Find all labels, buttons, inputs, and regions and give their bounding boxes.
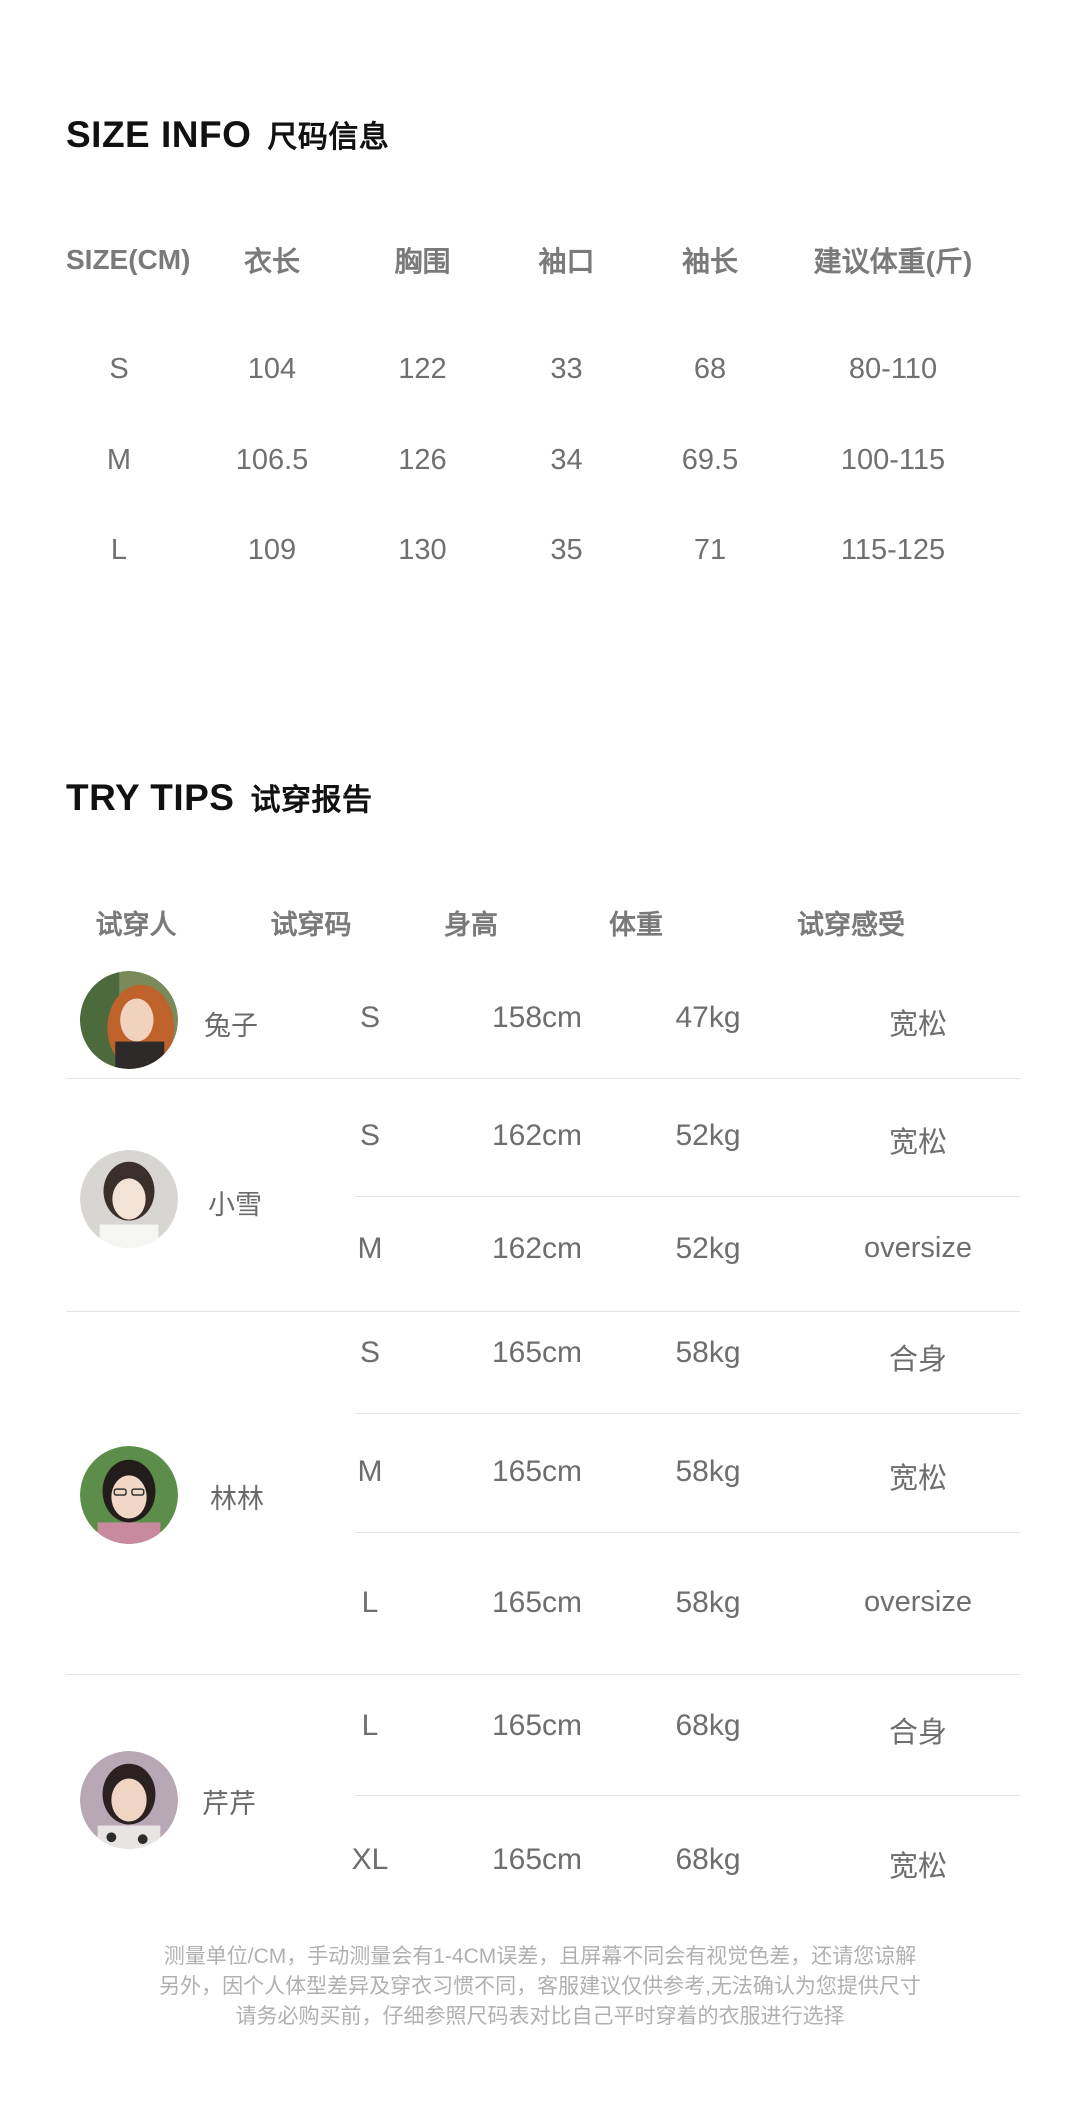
try-feel: oversize — [864, 1586, 972, 1618]
try-row: XL 165cm 68kg 宽松 — [0, 1831, 1080, 1891]
try-size: XL — [351, 1843, 389, 1876]
divider — [66, 1078, 1020, 1079]
size-row-l: L 109 130 35 71 115-125 — [66, 520, 1026, 580]
size-row-s: S 104 122 33 68 80-110 — [66, 339, 1026, 399]
size-cell: 104 — [247, 352, 297, 385]
size-header-weight: 建议体重(斤) — [813, 246, 973, 277]
try-header-size: 试穿码 — [270, 909, 352, 940]
divider — [66, 1674, 1020, 1675]
try-header-weight: 体重 — [609, 909, 663, 940]
try-row: M 162cm 52kg oversize — [0, 1220, 1080, 1280]
try-row: M 165cm 58kg 宽松 — [0, 1443, 1080, 1503]
try-table-header: 试穿人 试穿码 身高 体重 试穿感受 — [66, 892, 1026, 952]
size-header-cuff: 袖口 — [538, 246, 595, 277]
try-row: S 158cm 47kg 宽松 — [0, 989, 1080, 1049]
size-cell: 109 — [247, 533, 297, 566]
size-header-length: 衣长 — [243, 246, 300, 277]
size-cell: 126 — [398, 443, 447, 476]
size-cell: 69.5 — [681, 443, 739, 476]
divider — [355, 1413, 1020, 1414]
divider — [66, 1311, 1020, 1312]
try-height: 162cm — [491, 1119, 583, 1152]
divider — [355, 1795, 1020, 1796]
divider — [355, 1532, 1020, 1533]
try-tips-title-en: TRY TIPS — [66, 777, 235, 818]
try-header-tester: 试穿人 — [95, 909, 177, 940]
try-height: 165cm — [491, 1709, 583, 1742]
try-size: S — [359, 1336, 381, 1369]
try-row: S 165cm 58kg 合身 — [0, 1324, 1080, 1384]
try-weight: 58kg — [675, 1586, 741, 1619]
try-header-height: 身高 — [444, 909, 498, 940]
size-cell: 80-110 — [848, 352, 938, 385]
try-weight: 47kg — [675, 1001, 741, 1034]
size-cell: 122 — [398, 352, 447, 385]
try-row: L 165cm 68kg 合身 — [0, 1697, 1080, 1757]
try-weight: 58kg — [675, 1336, 741, 1369]
size-header-size: SIZE(CM) — [66, 244, 191, 275]
try-row: S 162cm 52kg 宽松 — [0, 1107, 1080, 1167]
try-height: 165cm — [491, 1336, 583, 1369]
try-height: 165cm — [491, 1586, 583, 1619]
try-feel: 宽松 — [888, 1009, 948, 1041]
try-feel: 宽松 — [888, 1851, 948, 1883]
size-cell: 106.5 — [235, 443, 309, 476]
divider — [355, 1196, 1020, 1197]
size-cell: 68 — [693, 352, 727, 385]
try-size: M — [357, 1455, 383, 1488]
size-cell: S — [109, 352, 129, 385]
try-height: 162cm — [491, 1232, 583, 1265]
try-feel: 宽松 — [888, 1127, 948, 1159]
tester-name: 小雪 — [208, 1190, 262, 1220]
size-cell: 71 — [693, 533, 727, 566]
size-cell: 100-115 — [840, 443, 946, 476]
size-table-header: SIZE(CM) 衣长 胸围 袖口 袖长 建议体重(斤) — [66, 230, 1026, 290]
try-weight: 68kg — [675, 1843, 741, 1876]
size-header-chest: 胸围 — [394, 246, 451, 277]
size-cell: M — [106, 443, 132, 476]
try-row: L 165cm 58kg oversize — [0, 1574, 1080, 1634]
try-tips-title: TRY TIPS 试穿报告 — [66, 775, 372, 819]
size-cell: L — [110, 533, 128, 566]
try-weight: 52kg — [675, 1232, 741, 1265]
try-height: 158cm — [491, 1001, 583, 1034]
note-line: 测量单位/CM，手动测量会有1-4CM误差，且屏幕不同会有视觉色差，还请您谅解 — [163, 1945, 917, 1968]
try-size: S — [359, 1001, 381, 1034]
size-info-title: SIZE INFO 尺码信息 — [66, 112, 389, 156]
try-size: L — [361, 1709, 379, 1742]
size-info-title-en: SIZE INFO — [66, 114, 252, 155]
try-size: M — [357, 1232, 383, 1265]
try-header-feel: 试穿感受 — [797, 909, 905, 940]
size-cell: 35 — [550, 533, 583, 566]
try-weight: 58kg — [675, 1455, 741, 1488]
try-feel: oversize — [864, 1232, 972, 1264]
try-size: S — [359, 1119, 381, 1152]
size-row-m: M 106.5 126 34 69.5 100-115 — [66, 430, 1026, 490]
try-height: 165cm — [491, 1455, 583, 1488]
size-cell: 33 — [550, 352, 583, 385]
tester-name: 芹芹 — [202, 1789, 256, 1819]
size-cell: 130 — [398, 533, 447, 566]
size-info-title-cn: 尺码信息 — [267, 121, 390, 154]
try-height: 165cm — [491, 1843, 583, 1876]
measurement-note: 测量单位/CM，手动测量会有1-4CM误差，且屏幕不同会有视觉色差，还请您谅解 … — [0, 1942, 1080, 2032]
try-weight: 68kg — [675, 1709, 741, 1742]
size-cell: 34 — [550, 443, 583, 476]
try-tips-title-cn: 试穿报告 — [250, 784, 373, 817]
size-cell: 115-125 — [840, 533, 946, 566]
note-line: 请务必购买前，仔细参照尺码表对比自己平时穿着的衣服进行选择 — [235, 2005, 845, 2028]
try-feel: 合身 — [888, 1717, 948, 1749]
note-line: 另外，因个人体型差异及穿衣习惯不同，客服建议仅供参考,无法确认为您提供尺寸 — [159, 1975, 921, 1998]
try-weight: 52kg — [675, 1119, 741, 1152]
try-feel: 宽松 — [888, 1463, 948, 1495]
size-header-sleeve: 袖长 — [681, 246, 738, 277]
try-size: L — [361, 1586, 379, 1619]
try-feel: 合身 — [888, 1344, 948, 1376]
